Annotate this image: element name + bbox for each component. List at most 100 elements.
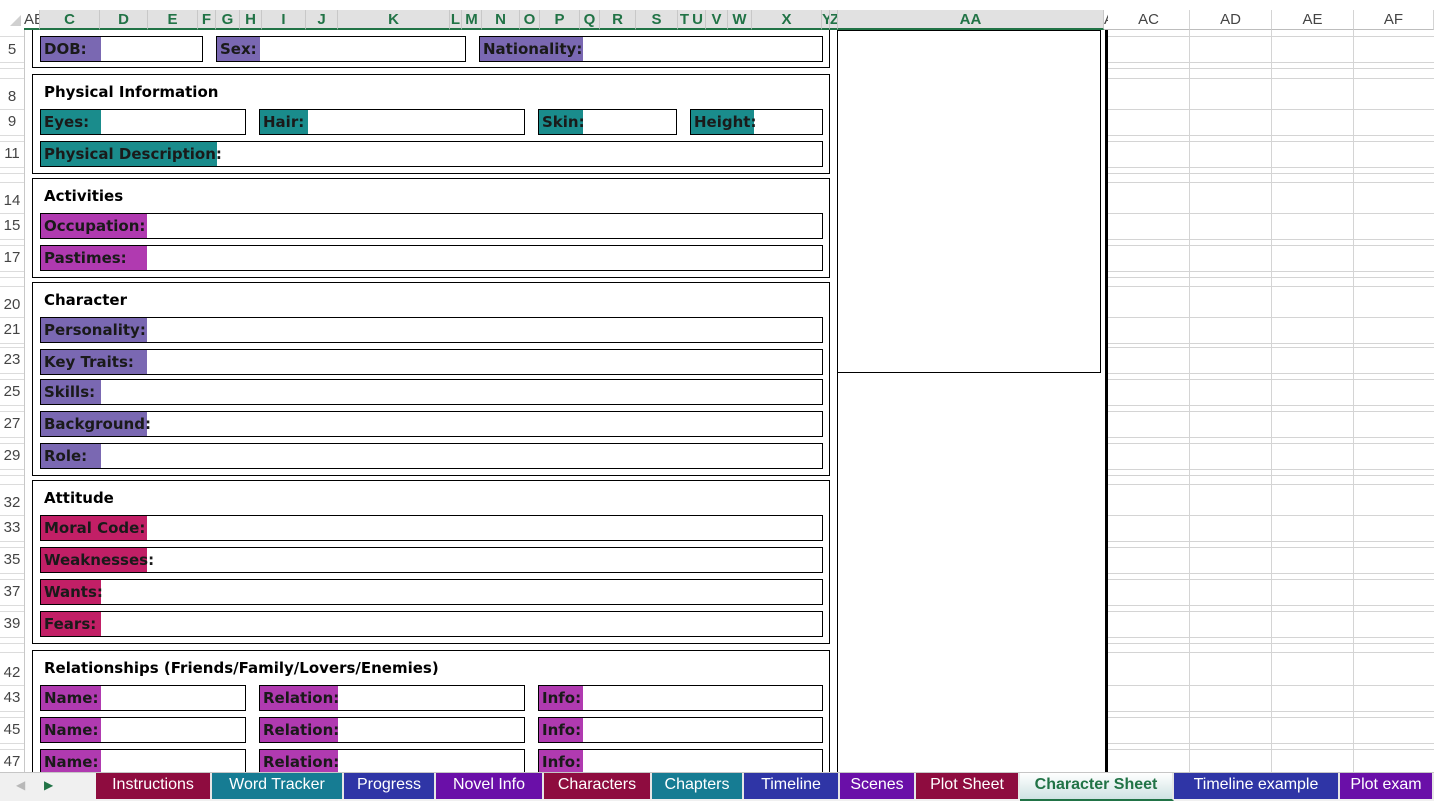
column-header-ad-other[interactable]: AD [1190,10,1272,30]
column-header-f[interactable]: F [198,10,216,30]
select-all-button[interactable] [0,10,24,30]
column-header-ae-other[interactable]: AE [1272,10,1354,30]
personality-field[interactable]: Personality: [40,317,823,343]
weaknesses-field[interactable]: Weaknesses: [40,547,823,573]
row-header-5[interactable]: 5 [0,41,24,58]
column-header-r[interactable]: R [600,10,636,30]
column-header-j[interactable]: J [306,10,338,30]
sheet-tab-timeline[interactable]: Timeline [744,773,840,799]
attitude-section: Attitude Moral Code: Weaknesses: Wants: … [32,480,830,644]
column-header-n[interactable]: N [482,10,520,30]
row-header-45[interactable]: 45 [0,721,24,738]
sheet-tab-chapters[interactable]: Chapters [652,773,744,799]
column-header-i[interactable]: I [262,10,306,30]
character-image-box[interactable] [837,30,1101,373]
row-header-35[interactable]: 35 [0,551,24,568]
column-header-x[interactable]: X [752,10,822,30]
column-header-ac-other[interactable]: AC [1108,10,1190,30]
row-header-32[interactable]: 32 [0,494,24,511]
row-header-8[interactable]: 8 [0,88,24,105]
moral-code-field[interactable]: Moral Code: [40,515,823,541]
row-header-27[interactable]: 27 [0,415,24,432]
fears-field[interactable]: Fears: [40,611,823,637]
skin-field[interactable]: Skin: [538,109,677,135]
column-header-c[interactable]: C [40,10,100,30]
relationship-info-field-1[interactable]: Info: [538,685,823,711]
column-header-h[interactable]: H [240,10,262,30]
nationality-field[interactable]: Nationality: [479,36,823,62]
sheet-tab-plot-exam[interactable]: Plot exam [1340,773,1434,799]
relationship-relation-field-1[interactable]: Relation: [259,685,525,711]
relationship-name-label: Name: [41,750,101,774]
row-header-11[interactable]: 11 [0,145,24,162]
scroll-tabs-right-button[interactable]: ▶ [44,778,53,792]
sheet-tab-progress[interactable]: Progress [344,773,436,799]
column-header-e[interactable]: E [148,10,198,30]
relationship-relation-field-2[interactable]: Relation: [259,717,525,743]
row-header-25[interactable]: 25 [0,383,24,400]
column-header-q[interactable]: Q [580,10,600,30]
sheet-tab-plot-sheet[interactable]: Plot Sheet [916,773,1020,799]
relationship-name-field-1[interactable]: Name: [40,685,246,711]
eyes-field[interactable]: Eyes: [40,109,246,135]
dob-field[interactable]: DOB: [40,36,203,62]
column-header-p[interactable]: P [540,10,580,30]
row-header-9[interactable]: 9 [0,113,24,130]
column-header-v[interactable]: V [706,10,728,30]
sheet-tab-novel-info[interactable]: Novel Info [436,773,544,799]
background-field[interactable]: Background: [40,411,823,437]
row-header-20[interactable]: 20 [0,296,24,313]
hair-field[interactable]: Hair: [259,109,525,135]
column-header-w[interactable]: W [728,10,752,30]
column-header-d[interactable]: D [100,10,148,30]
row-header-47[interactable]: 47 [0,753,24,770]
column-header-af-other[interactable]: AF [1354,10,1434,30]
column-header-ae[interactable]: AE [24,10,40,30]
pastimes-label: Pastimes: [41,246,147,270]
row-header-43[interactable]: 43 [0,689,24,706]
sex-field[interactable]: Sex: [216,36,466,62]
row-header-42[interactable]: 42 [0,664,24,681]
sheet-tab-instructions[interactable]: Instructions [96,773,212,799]
row-gridline [0,135,24,136]
wants-field[interactable]: Wants: [40,579,823,605]
pastimes-field[interactable]: Pastimes: [40,245,823,271]
sheet-tab-timeline-example[interactable]: Timeline example [1174,773,1340,799]
row-header-17[interactable]: 17 [0,249,24,266]
sheet-tab-scenes[interactable]: Scenes [840,773,916,799]
physical-description-field[interactable]: Physical Description: [40,141,823,167]
row-header-15[interactable]: 15 [0,217,24,234]
row-header-14[interactable]: 14 [0,192,24,209]
sheet-tab-word-tracker[interactable]: Word Tracker [212,773,344,799]
scroll-tabs-left-button[interactable]: ◀ [16,778,25,792]
skills-field[interactable]: Skills: [40,379,823,405]
column-header-k[interactable]: K [338,10,450,30]
column-header-l[interactable]: L [450,10,462,30]
row-gridline [0,637,24,638]
relationship-info-field-2[interactable]: Info: [538,717,823,743]
row-header-37[interactable]: 37 [0,583,24,600]
column-header-g[interactable]: G [216,10,240,30]
row-header-39[interactable]: 39 [0,615,24,632]
row-header-29[interactable]: 29 [0,447,24,464]
row-gridline [0,711,24,712]
column-header-o[interactable]: O [520,10,540,30]
column-header-m[interactable]: M [462,10,482,30]
column-header-y[interactable]: Y [822,10,830,30]
row-header-23[interactable]: 23 [0,351,24,368]
role-field[interactable]: Role: [40,443,823,469]
key-traits-field[interactable]: Key Traits: [40,349,823,375]
height-label: Height: [691,110,756,134]
row-header-33[interactable]: 33 [0,519,24,536]
relationship-relation-label: Relation: [260,686,339,710]
row-header-21[interactable]: 21 [0,321,24,338]
relationship-name-field-2[interactable]: Name: [40,717,246,743]
height-field[interactable]: Height: [690,109,823,135]
sheet-tab-character-sheet[interactable]: Character Sheet [1020,773,1174,801]
occupation-field[interactable]: Occupation: [40,213,823,239]
column-header-aa[interactable]: AA [838,10,1104,30]
column-header-u[interactable]: U [690,10,706,30]
column-header-s[interactable]: S [636,10,678,30]
column-header-z[interactable]: Z [830,10,838,30]
sheet-tab-characters[interactable]: Characters [544,773,652,799]
